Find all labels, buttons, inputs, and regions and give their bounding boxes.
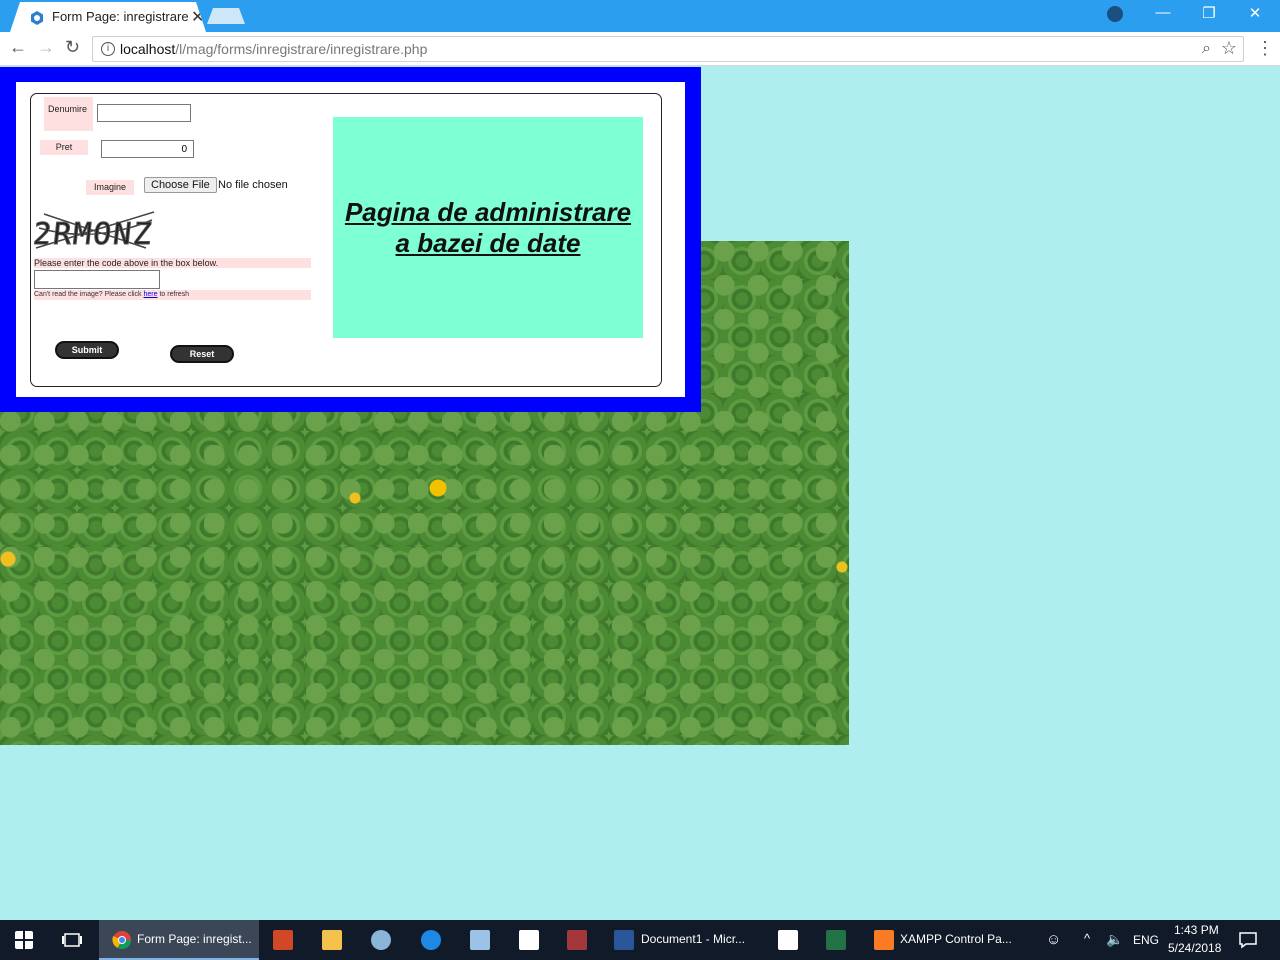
taskbar-app-chrome[interactable]: Form Page: inregist...	[99, 920, 259, 960]
clock-time[interactable]: 1:43 PM	[1174, 923, 1219, 937]
taskbar-app-xampp[interactable]: XAMPP Control Pa...	[866, 920, 1026, 960]
chrome-icon	[112, 931, 131, 950]
file-explorer-icon[interactable]	[322, 930, 342, 950]
word-icon	[614, 930, 634, 950]
excel-icon[interactable]	[826, 930, 846, 950]
task-view-icon[interactable]	[62, 930, 82, 950]
captcha-image: 2RMONZ	[34, 211, 155, 252]
browser-menu-icon[interactable]: ⋮	[1256, 38, 1274, 59]
close-window-button[interactable]: ✕	[1232, 4, 1278, 22]
chrome-taskbar-label: Form Page: inregist...	[137, 932, 252, 946]
browser-toolbar: ← → ↻ i localhost/l/mag/forms/inregistra…	[0, 32, 1280, 66]
page-title: Pagina de administrare a bazei de date	[344, 196, 632, 258]
notepad-icon[interactable]	[470, 930, 490, 950]
url-text: localhost/l/mag/forms/inregistrare/inreg…	[120, 41, 427, 57]
browser-tab[interactable]: Form Page: inregistrare ✕	[10, 2, 206, 32]
refresh-prefix: Can't read the image? Please click	[34, 291, 144, 298]
submit-button[interactable]: Submit	[55, 341, 119, 359]
xampp-taskbar-label: XAMPP Control Pa...	[900, 932, 1012, 946]
denumire-label: Denumire	[44, 97, 93, 131]
captcha-text: 2RMONZ	[34, 217, 153, 252]
zoom-icon[interactable]: ⌕	[1202, 40, 1211, 58]
back-button[interactable]: ←	[9, 37, 27, 58]
clock-date[interactable]: 5/24/2018	[1168, 941, 1221, 955]
url-path: /l/mag/forms/inregistrare/inregistrare.p…	[175, 41, 428, 57]
paint-icon[interactable]	[371, 930, 391, 950]
imagine-label: Imagine	[86, 180, 134, 195]
site-favicon-icon	[31, 11, 43, 25]
taskbar-app-word[interactable]: Document1 - Micr...	[605, 920, 765, 960]
registration-form: Denumire Pret Imagine Choose File No fil…	[30, 93, 662, 387]
new-tab-button[interactable]	[207, 8, 245, 24]
word-taskbar-label: Document1 - Micr...	[641, 932, 746, 946]
forward-button[interactable]: →	[37, 37, 55, 58]
browser-title-bar: Form Page: inregistrare ✕ — ❐ ✕	[0, 0, 1280, 32]
windows-taskbar: Form Page: inregist... Document1 - Micr.…	[0, 920, 1280, 960]
restore-button[interactable]: ❐	[1186, 4, 1232, 22]
reset-button[interactable]: Reset	[170, 345, 234, 363]
powerpoint-icon[interactable]	[273, 930, 293, 950]
store-icon[interactable]	[519, 930, 539, 950]
refresh-link[interactable]: here	[144, 291, 158, 298]
pret-input[interactable]	[101, 140, 194, 158]
windows-start-icon[interactable]	[15, 931, 33, 949]
reload-button[interactable]: ↻	[65, 37, 80, 58]
minimize-button[interactable]: —	[1140, 4, 1186, 21]
captcha-prompt: Please enter the code above in the box b…	[34, 258, 311, 268]
people-icon[interactable]: ☺	[1046, 931, 1061, 948]
pret-label: Pret	[40, 140, 88, 155]
access-icon[interactable]	[567, 930, 587, 950]
site-info-icon[interactable]: i	[101, 42, 115, 56]
captcha-input[interactable]	[34, 270, 160, 289]
xampp-icon	[874, 930, 894, 950]
title-panel: Pagina de administrare a bazei de date	[333, 117, 643, 338]
denumire-input[interactable]	[97, 104, 191, 122]
bookmark-star-icon[interactable]: ☆	[1221, 38, 1237, 59]
form-frame: Denumire Pret Imagine Choose File No fil…	[0, 67, 701, 412]
captcha-refresh-note: Can't read the image? Please click here …	[34, 290, 311, 300]
address-bar[interactable]: i localhost/l/mag/forms/inregistrare/inr…	[92, 36, 1244, 62]
choose-file-button[interactable]: Choose File	[144, 177, 217, 193]
notifications-icon[interactable]	[1238, 930, 1258, 950]
language-indicator[interactable]: ENG	[1133, 933, 1159, 947]
refresh-suffix: to refresh	[157, 291, 190, 298]
form-panel: Denumire Pret Imagine Choose File No fil…	[16, 82, 685, 397]
tab-title: Form Page: inregistrare	[52, 9, 189, 24]
profile-icon[interactable]	[1107, 6, 1123, 22]
page-viewport: Denumire Pret Imagine Choose File No fil…	[0, 67, 1280, 920]
edge-icon[interactable]	[421, 930, 441, 950]
url-host: localhost	[120, 41, 176, 57]
file-status-text: No file chosen	[218, 179, 288, 191]
mail-icon[interactable]	[778, 930, 798, 950]
volume-icon[interactable]: 🔈	[1106, 931, 1123, 948]
tray-chevron-icon[interactable]: ^	[1084, 931, 1090, 946]
tab-close-icon[interactable]: ✕	[191, 7, 204, 27]
